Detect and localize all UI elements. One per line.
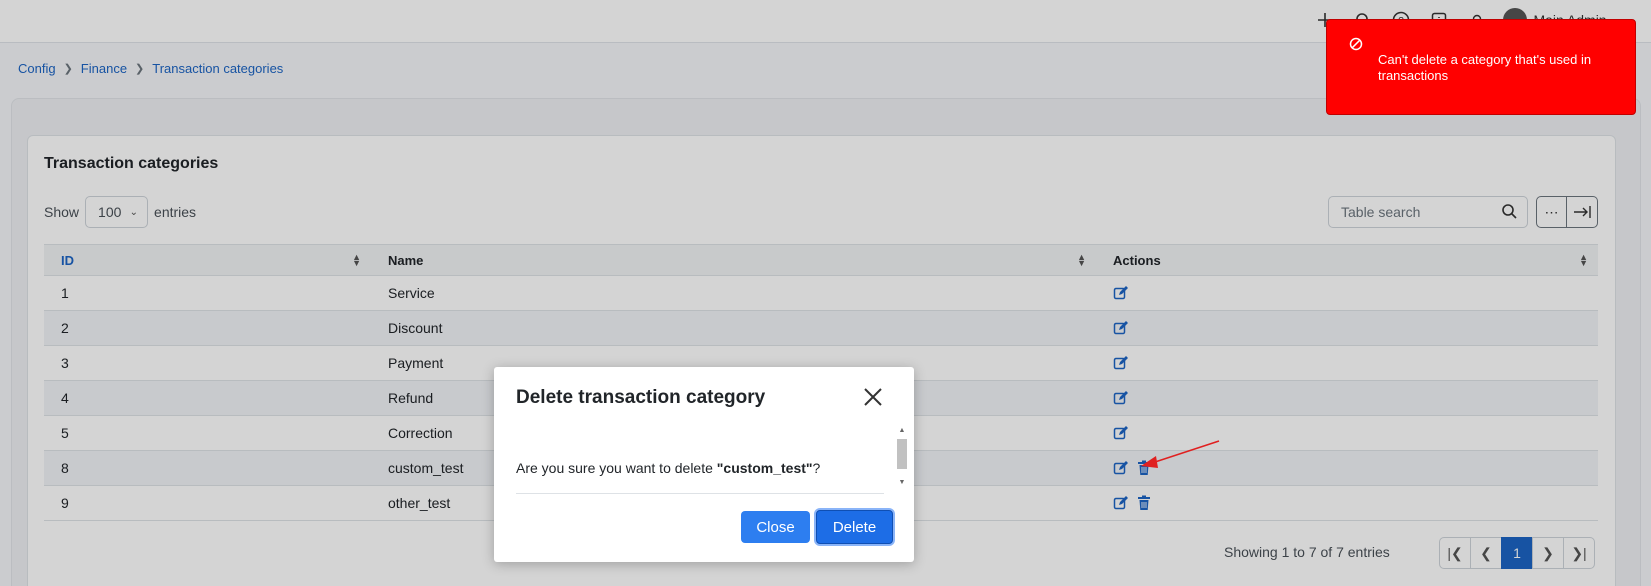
dialog-divider (516, 493, 884, 494)
message-prefix: Are you sure you want to delete (516, 460, 717, 476)
dialog-scrollbar[interactable]: ▲ ▼ (896, 427, 908, 493)
close-icon[interactable] (861, 385, 885, 409)
dialog-title: Delete transaction category (516, 387, 766, 408)
scroll-thumb[interactable] (897, 439, 907, 469)
dialog-message: Are you sure you want to delete "custom_… (516, 460, 820, 476)
delete-button[interactable]: Delete (816, 510, 893, 544)
message-target: "custom_test" (716, 460, 813, 476)
scroll-down-icon[interactable]: ▼ (896, 479, 908, 489)
delete-confirm-dialog: Delete transaction category Are you sure… (494, 367, 914, 562)
ban-icon (1349, 37, 1363, 51)
error-toast[interactable]: Can't delete a category that's used in t… (1326, 19, 1636, 115)
scroll-up-icon[interactable]: ▲ (896, 427, 908, 437)
message-suffix: ? (812, 460, 821, 476)
toast-message: Can't delete a category that's used in t… (1378, 52, 1592, 83)
close-button[interactable]: Close (741, 511, 810, 543)
